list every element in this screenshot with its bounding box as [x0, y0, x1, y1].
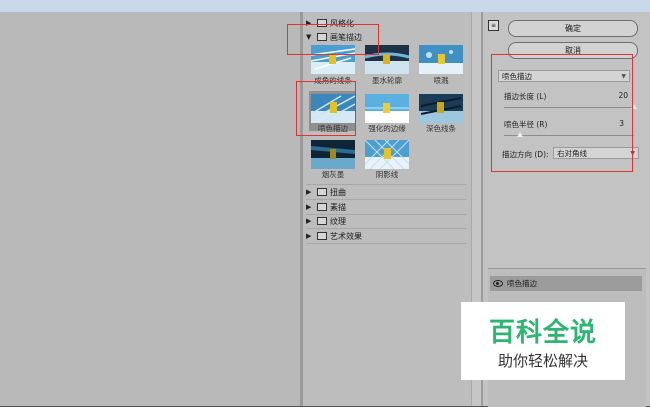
effect-layer-row[interactable]: 喷色描边	[490, 276, 642, 291]
folder-separator	[306, 199, 466, 200]
annotation-box-brush-strokes	[287, 24, 379, 55]
folder-icon	[317, 217, 327, 225]
folder-artistic[interactable]: ▶ 艺术效果	[306, 230, 362, 242]
folder-icon	[317, 203, 327, 211]
thumbnail-spatter[interactable]	[419, 45, 463, 74]
thumbnail-label: 深色线条	[426, 124, 456, 133]
window-title-bar	[0, 0, 650, 12]
thumbnail-label: 阴影线	[375, 170, 399, 179]
folder-separator	[306, 184, 466, 185]
folder-label: 扭曲	[330, 187, 346, 197]
thumbnail-dark-strokes[interactable]	[419, 94, 463, 123]
thumbnail-sumi-e[interactable]	[311, 140, 355, 169]
thumbnail-label: 喷溅	[433, 76, 449, 85]
watermark-subtitle: 助你轻松解决	[497, 352, 588, 370]
thumbnail-accented-edges[interactable]	[365, 94, 409, 123]
annotation-box-selected-filter	[296, 81, 356, 136]
expand-arrow-icon: ▶	[306, 203, 312, 211]
eye-icon[interactable]	[493, 280, 503, 287]
watermark-logo: 百科全说 助你轻松解决	[461, 302, 625, 380]
folder-texture[interactable]: ▶ 纹理	[306, 215, 346, 227]
folder-label: 艺术效果	[330, 231, 362, 241]
thumbnail-label: 烟灰墨	[321, 170, 345, 179]
folder-distort[interactable]: ▶ 扭曲	[306, 186, 346, 198]
folder-label: 纹理	[330, 216, 346, 226]
annotation-box-settings	[491, 54, 633, 172]
expand-arrow-icon: ▶	[306, 217, 312, 225]
watermark-title: 百科全说	[488, 318, 597, 348]
collapse-gallery-icon[interactable]: ≡	[488, 20, 499, 31]
expand-arrow-icon: ▶	[306, 188, 312, 196]
effect-layer-label: 喷色描边	[507, 279, 537, 288]
ok-button[interactable]: 确定	[508, 20, 638, 37]
thumbnail-crosshatch[interactable]	[365, 140, 409, 169]
folder-label: 素描	[330, 202, 346, 212]
folder-icon	[317, 232, 327, 240]
thumbnail-label: 强化的边缘	[368, 124, 406, 133]
image-preview-area[interactable]	[0, 12, 300, 406]
folder-sketch[interactable]: ▶ 素描	[306, 201, 346, 213]
folder-separator	[306, 228, 466, 229]
thumbnail-label: 墨水轮廓	[372, 76, 402, 85]
expand-arrow-icon: ▶	[306, 232, 312, 240]
folder-icon	[317, 188, 327, 196]
folder-separator	[306, 243, 466, 244]
